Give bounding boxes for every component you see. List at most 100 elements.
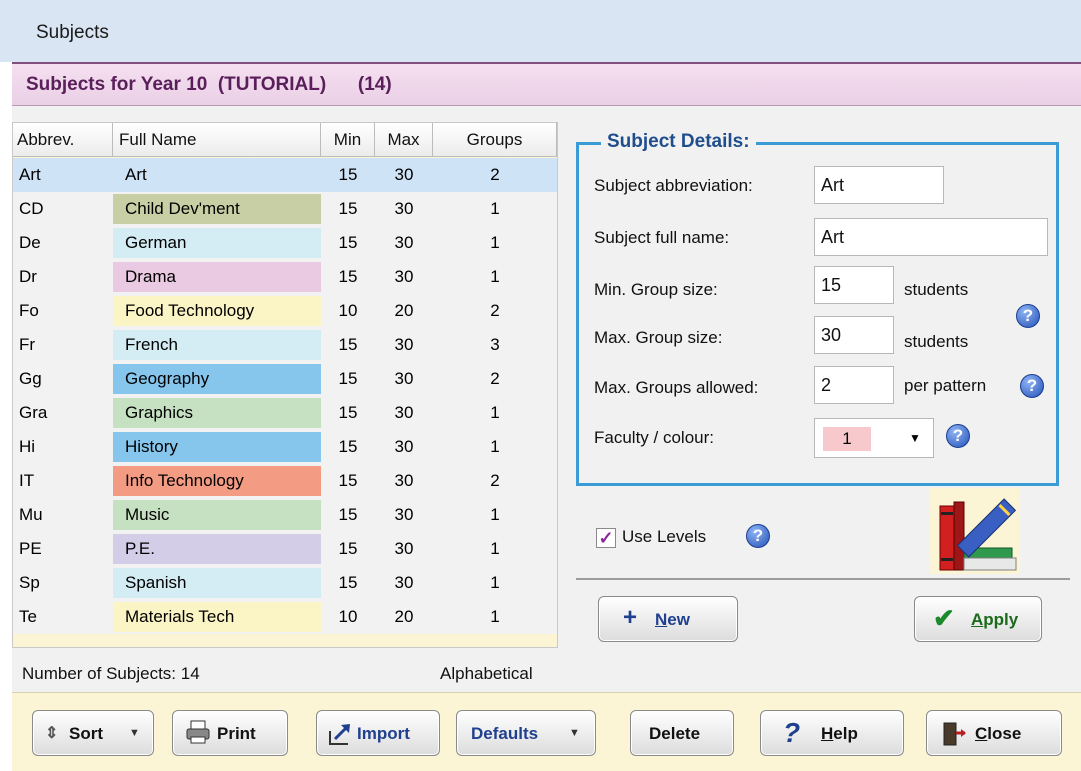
print-button[interactable]: Print bbox=[172, 710, 288, 756]
chevron-down-icon: ▼ bbox=[569, 727, 580, 739]
table-row[interactable]: Fo 10 20 2 Food Technology bbox=[13, 294, 557, 328]
cell-min: 15 bbox=[338, 233, 358, 252]
cell-max: 30 bbox=[394, 335, 414, 354]
import-button[interactable]: Import bbox=[316, 710, 440, 756]
fullname-label: Subject full name: bbox=[594, 228, 730, 247]
cell-abbrev: Mu bbox=[19, 505, 43, 524]
use-levels-checkbox[interactable]: ✓ bbox=[596, 528, 616, 548]
cell-groups: 2 bbox=[490, 471, 500, 490]
import-button-label: Import bbox=[357, 724, 410, 743]
cell-full-name: Geography bbox=[113, 364, 321, 394]
cell-min: 15 bbox=[338, 505, 358, 524]
cell-max: 30 bbox=[394, 165, 414, 184]
print-button-label: Print bbox=[217, 724, 256, 743]
table-row[interactable]: De 15 30 1 German bbox=[13, 226, 557, 260]
cell-full-name: Music bbox=[113, 500, 321, 530]
cell-abbrev: Sp bbox=[19, 573, 40, 592]
max-group-label: Max. Group size: bbox=[594, 328, 723, 347]
table-row[interactable]: CD 15 30 1 Child Dev'ment bbox=[13, 192, 557, 226]
max-group-field[interactable]: 30 bbox=[814, 316, 894, 354]
window-title: Subjects bbox=[36, 22, 109, 43]
column-header-groups[interactable]: Groups bbox=[433, 123, 557, 157]
table-row[interactable]: Mu 15 30 1 Music bbox=[13, 498, 557, 532]
books-icon bbox=[930, 488, 1020, 574]
column-header-max[interactable]: Max bbox=[375, 123, 433, 157]
cell-max: 30 bbox=[394, 199, 414, 218]
cell-full-name: P.E. bbox=[113, 534, 321, 564]
page-title: Subjects for Year 10 (TUTORIAL) (14) bbox=[26, 74, 392, 96]
delete-button[interactable]: Delete bbox=[630, 710, 734, 756]
fullname-field[interactable]: Art bbox=[814, 218, 1048, 256]
close-button[interactable]: Close bbox=[926, 710, 1062, 756]
cell-min: 10 bbox=[338, 301, 358, 320]
new-button[interactable]: + New bbox=[598, 596, 738, 642]
sort-button-label: Sort bbox=[69, 724, 103, 743]
cell-max: 30 bbox=[394, 539, 414, 558]
min-group-field[interactable]: 15 bbox=[814, 266, 894, 304]
divider bbox=[576, 578, 1070, 580]
table-row[interactable]: Gra 15 30 1 Graphics bbox=[13, 396, 557, 430]
new-button-label: New bbox=[655, 610, 690, 629]
help-icon[interactable]: ? bbox=[746, 524, 770, 548]
cell-max: 30 bbox=[394, 573, 414, 592]
table-row[interactable]: Art 15 30 2 Art bbox=[13, 158, 557, 192]
table-row[interactable]: Te 10 20 1 Materials Tech bbox=[13, 600, 557, 634]
cell-abbrev: Gra bbox=[19, 403, 48, 422]
printer-icon bbox=[185, 719, 211, 750]
page-header: Subjects for Year 10 (TUTORIAL) (14) bbox=[12, 62, 1081, 106]
cell-min: 15 bbox=[338, 199, 358, 218]
help-icon[interactable]: ? bbox=[946, 424, 970, 448]
faculty-select[interactable]: 1 ▼ bbox=[814, 418, 934, 458]
cell-max: 30 bbox=[394, 505, 414, 524]
table-row[interactable]: Sp 15 30 1 Spanish bbox=[13, 566, 557, 600]
table-row[interactable]: Hi 15 30 1 History bbox=[13, 430, 557, 464]
table-row[interactable]: IT 15 30 2 Info Technology bbox=[13, 464, 557, 498]
cell-abbrev: Gg bbox=[19, 369, 42, 388]
sort-button[interactable]: ⇕ Sort ▼ bbox=[32, 710, 154, 756]
cell-abbrev: PE bbox=[19, 539, 42, 558]
chevron-down-icon: ▼ bbox=[909, 431, 921, 445]
help-icon[interactable]: ? bbox=[1016, 304, 1040, 328]
cell-min: 15 bbox=[338, 573, 358, 592]
page-title-text: Subjects for Year 10 (TUTORIAL) bbox=[26, 74, 327, 95]
table-row[interactable]: PE 15 30 1 P.E. bbox=[13, 532, 557, 566]
max-group-unit: students bbox=[904, 332, 969, 351]
cell-max: 30 bbox=[394, 267, 414, 286]
column-header-min[interactable]: Min bbox=[321, 123, 375, 157]
exit-door-icon bbox=[941, 721, 967, 752]
defaults-button-label: Defaults bbox=[471, 724, 539, 743]
cell-abbrev: CD bbox=[19, 199, 44, 218]
delete-button-label: Delete bbox=[649, 724, 701, 743]
max-groups-unit: per pattern bbox=[904, 376, 987, 395]
table-row[interactable]: Fr 15 30 3 French bbox=[13, 328, 557, 362]
close-button-label: Close bbox=[975, 724, 1022, 743]
cell-max: 30 bbox=[394, 369, 414, 388]
defaults-button[interactable]: Defaults ▼ bbox=[456, 710, 596, 756]
cell-min: 15 bbox=[338, 437, 358, 456]
cell-max: 30 bbox=[394, 437, 414, 456]
window-titlebar: Subjects bbox=[0, 0, 1081, 62]
cell-abbrev: IT bbox=[19, 471, 35, 490]
question-icon: ? bbox=[783, 717, 801, 748]
column-header-abbrev[interactable]: Abbrev. bbox=[13, 123, 113, 157]
table-row[interactable]: Gg 15 30 2 Geography bbox=[13, 362, 557, 396]
cell-max: 30 bbox=[394, 403, 414, 422]
max-groups-field[interactable]: 2 bbox=[814, 366, 894, 404]
max-groups-label: Max. Groups allowed: bbox=[594, 378, 759, 397]
cell-max: 30 bbox=[394, 471, 414, 490]
help-icon[interactable]: ? bbox=[1020, 374, 1044, 398]
cell-full-name: Child Dev'ment bbox=[113, 194, 321, 224]
help-button[interactable]: ? Help bbox=[760, 710, 904, 756]
abbrev-field[interactable]: Art bbox=[814, 166, 944, 204]
subject-count-label: Number of Subjects: 14 bbox=[22, 664, 200, 683]
column-header-full-name[interactable]: Full Name bbox=[113, 123, 321, 157]
cell-full-name: Food Technology bbox=[113, 296, 321, 326]
apply-button[interactable]: ✔ Apply bbox=[914, 596, 1042, 642]
cell-groups: 1 bbox=[490, 607, 500, 626]
cell-groups: 3 bbox=[490, 335, 500, 354]
table-row[interactable]: Dr 15 30 1 Drama bbox=[13, 260, 557, 294]
faculty-label: Faculty / colour: bbox=[594, 428, 714, 447]
cell-abbrev: De bbox=[19, 233, 41, 252]
subjects-table[interactable]: Abbrev. Full Name Min Max Groups Art 15 30… bbox=[12, 122, 558, 648]
cell-groups: 1 bbox=[490, 505, 500, 524]
